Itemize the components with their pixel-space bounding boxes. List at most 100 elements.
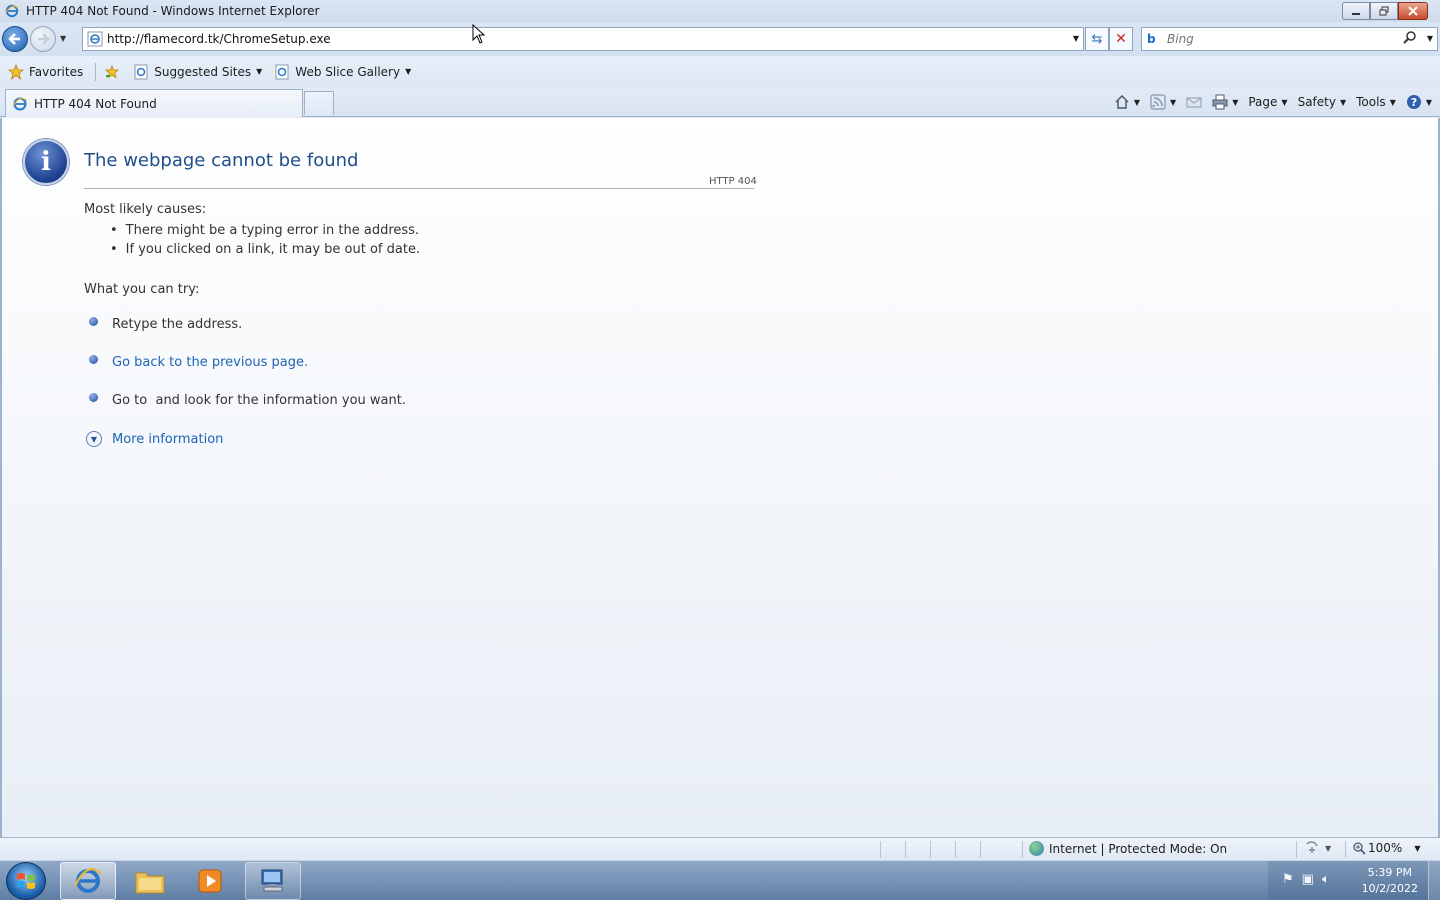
ie-page-icon — [134, 64, 148, 79]
back-button[interactable] — [2, 26, 28, 52]
favorites-bar: Favorites Suggested Sites ▼ Web Slice Ga… — [0, 56, 1440, 87]
close-icon — [1408, 6, 1418, 16]
start-button[interactable] — [6, 862, 46, 900]
expand-icon: ▼ — [86, 431, 102, 447]
folder-icon — [135, 872, 165, 894]
chevron-down-icon: ▼ — [1414, 843, 1421, 853]
restore-button[interactable] — [1370, 2, 1398, 20]
help-menu[interactable]: ? ▼ — [1406, 94, 1432, 110]
stop-icon: ✕ — [1115, 31, 1127, 47]
home-button[interactable]: ▼ — [1114, 94, 1140, 110]
svg-text:?: ? — [1411, 96, 1417, 109]
stop-button[interactable]: ✕ — [1109, 27, 1133, 51]
address-bar[interactable]: http://flamecord.tk/ChromeSetup.exe ▼ — [82, 27, 1084, 51]
taskbar-windows-explorer[interactable] — [122, 862, 178, 900]
popup-blocker-button[interactable]: ▼ — [1304, 841, 1331, 855]
print-button[interactable]: ▼ — [1212, 94, 1238, 110]
chevron-down-icon: ▼ — [1389, 97, 1396, 107]
chevron-down-icon[interactable]: ▼ — [1232, 98, 1238, 107]
ie-logo-icon — [12, 97, 28, 110]
search-box[interactable]: b ▼ — [1141, 27, 1438, 51]
page-content: i The webpage cannot be found HTTP 404 M… — [0, 118, 1440, 837]
minimize-button[interactable] — [1342, 2, 1370, 20]
chevron-down-icon: ▼ — [1325, 843, 1332, 853]
action-center-flag-icon[interactable]: ⚑ — [1282, 872, 1294, 887]
recent-pages-dropdown[interactable]: ▼ — [60, 34, 66, 43]
title-divider — [84, 188, 754, 189]
taskbar-internet-explorer[interactable] — [60, 862, 116, 900]
navigation-bar: ▼ http://flamecord.tk/ChromeSetup.exe ▼ … — [0, 22, 1440, 56]
minimize-icon — [1352, 13, 1360, 15]
suggested-sites-label: Suggested Sites — [154, 64, 252, 79]
more-information-toggle[interactable]: ▼ More information — [86, 431, 223, 447]
bing-icon: b — [1147, 32, 1156, 46]
tools-menu[interactable]: Tools ▼ — [1356, 95, 1396, 109]
window-title: HTTP 404 Not Found - Windows Internet Ex… — [26, 4, 320, 18]
try-item-go-back[interactable]: Go back to the previous page. — [89, 355, 308, 370]
network-icon[interactable]: ▣ — [1302, 872, 1314, 887]
suggested-sites-link[interactable]: Suggested Sites ▼ — [133, 64, 262, 80]
address-dropdown-icon[interactable]: ▼ — [1073, 34, 1079, 43]
chevron-down-icon: ▼ — [1281, 97, 1288, 107]
search-icon[interactable] — [1403, 31, 1417, 45]
status-bar: Internet | Protected Mode: On ▼ 100% ▼ — [0, 837, 1440, 860]
favorites-label: Favorites — [29, 64, 84, 79]
favorites-button[interactable]: Favorites — [8, 63, 84, 80]
forward-button[interactable] — [30, 26, 56, 52]
star-icon — [8, 63, 24, 80]
taskbar-remote-desktop[interactable] — [245, 862, 301, 900]
chevron-down-icon: ▼ — [1425, 97, 1432, 107]
favorites-separator — [95, 62, 97, 81]
safety-menu[interactable]: Safety ▼ — [1298, 95, 1347, 109]
restore-icon — [1379, 6, 1389, 16]
clock[interactable]: 5:39 PM 10/2/2022 — [1362, 865, 1418, 897]
page-menu[interactable]: Page ▼ — [1248, 95, 1287, 109]
try-item-retype: Retype the address. — [89, 317, 242, 332]
go-back-link[interactable]: Go back to the previous page. — [112, 355, 308, 370]
error-title: The webpage cannot be found — [84, 150, 359, 171]
ie-logo-icon — [5, 4, 19, 18]
add-favorite-icon — [105, 64, 120, 78]
status-divider — [930, 841, 931, 858]
zoom-icon — [1353, 842, 1366, 855]
web-slice-gallery-link[interactable]: Web Slice Gallery ▼ — [274, 64, 411, 80]
zone-text: Internet | Protected Mode: On — [1049, 841, 1228, 856]
status-divider — [905, 841, 906, 858]
url-text[interactable]: http://flamecord.tk/ChromeSetup.exe — [107, 32, 331, 46]
mail-icon — [1186, 97, 1202, 108]
ie-page-icon — [275, 64, 289, 79]
chevron-down-icon[interactable]: ▼ — [1134, 98, 1140, 107]
security-zone[interactable]: Internet | Protected Mode: On — [1029, 841, 1227, 856]
info-icon: i — [23, 139, 69, 185]
tab-row: HTTP 404 Not Found ▼ ▼ ▼ Page ▼ Safety ▼… — [0, 87, 1440, 117]
try-item-text: Go to and look for the information you w… — [112, 393, 406, 408]
tab-http-404[interactable]: HTTP 404 Not Found — [5, 89, 303, 117]
rss-feed-icon — [1150, 94, 1166, 110]
chevron-down-icon: ▼ — [1339, 97, 1347, 107]
volume-icon[interactable]: 🔈︎ — [1322, 872, 1330, 887]
clock-time: 5:39 PM — [1367, 866, 1412, 879]
feeds-button[interactable]: ▼ — [1150, 94, 1176, 110]
status-divider — [1022, 841, 1023, 858]
computer-icon — [261, 869, 283, 892]
media-player-icon — [198, 869, 222, 893]
search-input[interactable] — [1167, 32, 1407, 46]
cause-item: If you clicked on a link, it may be out … — [110, 242, 420, 257]
new-tab-button[interactable] — [304, 91, 334, 115]
add-to-favorites-bar-button[interactable] — [104, 64, 125, 80]
chevron-down-icon[interactable]: ▼ — [1170, 98, 1176, 107]
taskbar-media-player[interactable] — [182, 862, 238, 900]
more-information-label: More information — [112, 431, 224, 447]
status-divider — [1296, 841, 1297, 858]
refresh-button[interactable]: ⇆ — [1085, 27, 1109, 51]
zoom-control[interactable]: 100% ▼ — [1352, 841, 1420, 855]
forward-arrow-icon — [38, 33, 50, 45]
search-options-dropdown[interactable]: ▼ — [1427, 34, 1433, 43]
show-desktop-button[interactable] — [1428, 861, 1440, 900]
close-window-button[interactable] — [1398, 2, 1428, 20]
page-ie-icon — [87, 31, 103, 47]
read-mail-button[interactable] — [1186, 94, 1202, 110]
ie-logo-icon — [74, 868, 102, 893]
zoom-level: 100% — [1368, 841, 1403, 855]
bullet-icon — [89, 393, 98, 402]
